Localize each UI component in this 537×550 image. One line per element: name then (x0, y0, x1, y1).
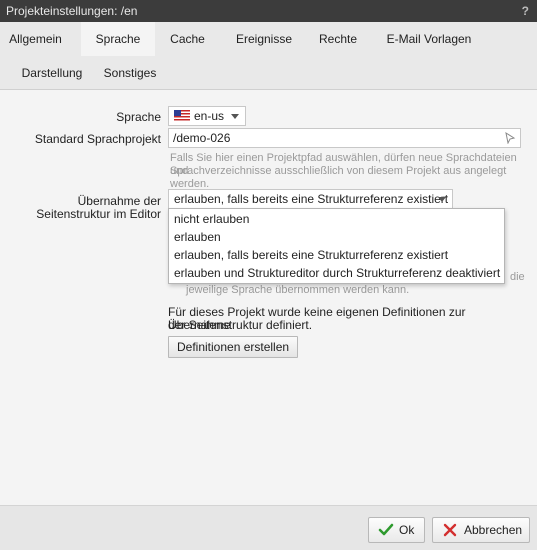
dialog-title: Projekteinstellungen: /en (6, 4, 138, 18)
uebernahme-select[interactable]: erlauben, falls bereits eine Strukturref… (168, 189, 453, 209)
standard-sprachprojekt-label: Standard Sprachprojekt (34, 132, 161, 146)
chevron-down-icon (231, 114, 239, 119)
uebernahme-hint-line-2: jeweilige Sprache übernommen werden kann… (186, 284, 410, 296)
cursor-arrow-icon[interactable] (504, 132, 516, 144)
standard-sprachprojekt-input[interactable]: /demo-026 (168, 128, 521, 148)
tab-email-vorlagen[interactable]: E-Mail Vorlagen (377, 22, 481, 56)
standard-hint-line-2: Sprachverzeichnisse ausschließlich von d… (170, 165, 507, 190)
tab-cache[interactable]: Cache (160, 22, 215, 56)
ok-button[interactable]: Ok (368, 517, 425, 543)
definitions-text-line-2: der Seitenstruktur definiert. (168, 318, 313, 332)
tab-allgemein[interactable]: Allgemein (0, 22, 71, 56)
dialog-footer: Ok Abbrechen (0, 505, 537, 550)
tab-rechte[interactable]: Rechte (312, 22, 364, 56)
sprache-select[interactable]: en-us (168, 106, 246, 126)
tab-darstellung[interactable]: Darstellung (8, 56, 96, 90)
sprache-value: en-us (194, 109, 225, 123)
cancel-label: Abbrechen (464, 523, 523, 537)
uebernahme-hint-tail: die (510, 271, 525, 283)
uebernahme-label-line-2: Seitenstruktur im Editor (36, 207, 161, 221)
dropdown-option[interactable]: erlauben, falls bereits eine Strukturref… (174, 246, 448, 264)
tab-sprache[interactable]: Sprache (81, 22, 155, 56)
dropdown-option[interactable]: nicht erlauben (174, 210, 249, 228)
cancel-button[interactable]: Abbrechen (432, 517, 530, 543)
dialog-titlebar: Projekteinstellungen: /en ? (0, 0, 537, 22)
us-flag-icon (174, 110, 190, 121)
chevron-down-icon (438, 197, 446, 202)
tab-ereignisse[interactable]: Ereignisse (226, 22, 302, 56)
dropdown-option[interactable]: erlauben und Struktureditor durch Strukt… (174, 264, 500, 282)
dropdown-option[interactable]: erlauben (174, 228, 221, 246)
language-settings-panel: Sprache en-us Standard Sprachprojekt /de… (0, 91, 537, 505)
sprache-label: Sprache (116, 110, 161, 124)
help-icon[interactable]: ? (522, 0, 529, 22)
ok-label: Ok (399, 523, 415, 537)
uebernahme-label-line-1: Übernahme der (77, 194, 161, 208)
definitions-create-button[interactable]: Definitionen erstellen (168, 336, 299, 358)
check-icon (378, 523, 394, 536)
standard-sprachprojekt-value: /demo-026 (173, 131, 231, 145)
tab-bar: Allgemein Sprache Cache Ereignisse Recht… (0, 22, 537, 90)
close-icon (443, 523, 457, 537)
uebernahme-value: erlauben, falls bereits eine Strukturref… (174, 192, 449, 206)
uebernahme-dropdown-list: nicht erlauben erlauben erlauben, falls … (168, 208, 505, 284)
tab-sonstiges[interactable]: Sonstiges (98, 56, 162, 90)
